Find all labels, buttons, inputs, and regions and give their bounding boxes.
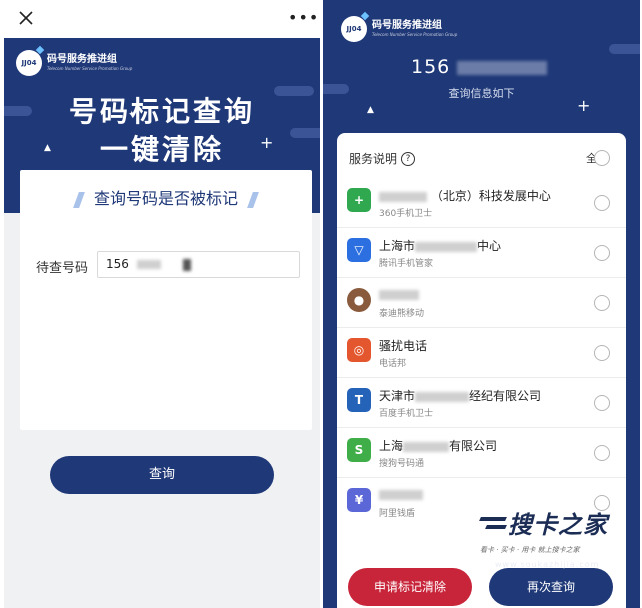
list-item[interactable]: + （北京）科技发展中心 360手机卫士 xyxy=(337,178,626,228)
logo-badge: JJ04 xyxy=(341,16,367,42)
mark-source: 上海市 中心 xyxy=(379,237,501,254)
mark-source-prefix: 天津市 xyxy=(379,389,416,403)
mark-source-prefix: 上海 xyxy=(379,439,404,453)
app-name: 阿里钱盾 xyxy=(379,509,416,519)
redacted-name xyxy=(379,289,419,300)
card-title: 查询号码是否被标记 xyxy=(93,189,238,208)
select-radio[interactable] xyxy=(594,195,610,211)
logo-name: 码号服务推进组 xyxy=(372,20,442,31)
watermark-brand: 搜卡之家 xyxy=(508,511,608,539)
logo: JJ04 码号服务推进组 Telecom Number Service Prom… xyxy=(341,16,457,42)
watermark-stripe xyxy=(479,517,507,521)
mark-source xyxy=(379,487,423,501)
decor-pill xyxy=(609,44,640,54)
app-name: 百度手机卫士 xyxy=(379,409,434,419)
watermark-stripe xyxy=(485,525,507,529)
redacted-name xyxy=(379,191,427,202)
more-icon[interactable]: ••• xyxy=(288,10,318,26)
sogou-haomatong-icon: S xyxy=(347,438,371,462)
redacted-name xyxy=(379,489,423,500)
mark-source: 天津市 经纪有限公司 xyxy=(379,387,541,404)
service-info[interactable]: 服务说明 ? xyxy=(349,150,416,167)
logo-name-en: Telecom Number Service Promotion Group xyxy=(47,66,133,71)
app-name: 360手机卫士 xyxy=(379,209,433,219)
apply-clear-button[interactable]: 申请标记清除 xyxy=(348,568,472,606)
mark-source-suffix: 中心 xyxy=(477,239,502,253)
logo-badge: JJ04 xyxy=(16,50,42,76)
list-item[interactable]: ▽ 上海市 中心 腾讯手机管家 xyxy=(337,228,626,278)
tencent-manager-icon: ▽ xyxy=(347,238,371,262)
watermark: 搜卡之家 看卡 · 买卡 · 用卡 就上搜卡之家 xyxy=(479,505,640,565)
mark-source-suffix: （北京）科技发展中心 xyxy=(430,189,551,203)
top-bar: ••• xyxy=(4,0,320,38)
mark-source: （北京）科技发展中心 xyxy=(379,187,551,204)
teddy-bear-icon: ● xyxy=(347,288,371,312)
number-input-value: 156 xyxy=(106,257,129,271)
ali-qiandun-icon: ¥ xyxy=(347,488,371,512)
app-name: 泰迪熊移动 xyxy=(379,309,425,319)
select-radio[interactable] xyxy=(594,345,610,361)
app-name: 搜狗号码通 xyxy=(379,459,425,469)
queried-number: 156 xyxy=(411,56,548,78)
mark-source: 上海 有限公司 xyxy=(379,437,497,454)
redacted-digits xyxy=(136,260,161,269)
queried-number-prefix: 156 xyxy=(411,56,451,78)
number-input[interactable]: 156 xyxy=(97,251,300,278)
number-label: 待查号码 xyxy=(36,261,89,276)
app-name: 电话邦 xyxy=(379,359,407,369)
left-screen: ••• JJ04 码号服务推进组 Telecom Number Service … xyxy=(4,0,320,608)
logo-name: 码号服务推进组 xyxy=(47,54,117,65)
sparkle-icon: ▲ xyxy=(367,105,374,115)
watermark-url: www.soukazhijia.com xyxy=(495,560,600,569)
close-icon[interactable] xyxy=(16,8,36,28)
select-radio[interactable] xyxy=(594,295,610,311)
result-subtitle: 查询信息如下 xyxy=(448,87,515,100)
title-line-1: 号码标记查询 xyxy=(68,95,255,128)
360-security-icon: + xyxy=(347,188,371,212)
mark-source-prefix: 上海市 xyxy=(379,239,416,253)
mark-source xyxy=(379,287,419,301)
query-button[interactable]: 查询 xyxy=(50,456,274,494)
mark-source-suffix: 经纪有限公司 xyxy=(469,389,542,403)
list-item[interactable]: S 上海 有限公司 搜狗号码通 xyxy=(337,428,626,478)
service-info-label: 服务说明 xyxy=(349,152,398,166)
select-radio[interactable] xyxy=(594,245,610,261)
app-name: 腾讯手机管家 xyxy=(379,259,434,269)
list-item[interactable]: T 天津市 经纪有限公司 百度手机卫士 xyxy=(337,378,626,428)
select-radio[interactable] xyxy=(594,395,610,411)
baidu-security-icon: T xyxy=(347,388,371,412)
redacted-name xyxy=(403,441,450,452)
decor-slash-icon xyxy=(73,191,85,208)
redacted-digits xyxy=(457,60,548,75)
mark-source: 骚扰电话 xyxy=(379,339,428,353)
dianhuabang-icon: ◎ xyxy=(347,338,371,362)
requery-button[interactable]: 再次查询 xyxy=(489,568,613,606)
mark-source-suffix: 有限公司 xyxy=(449,439,498,453)
query-card: 查询号码是否被标记 待查号码 156 xyxy=(20,170,312,430)
select-all-radio[interactable] xyxy=(594,150,610,166)
redacted-digits xyxy=(182,258,191,271)
logo: JJ04 码号服务推进组 Telecom Number Service Prom… xyxy=(16,50,132,76)
card-header: 查询号码是否被标记 xyxy=(20,185,312,209)
watermark-slogan: 看卡 · 买卡 · 用卡 就上搜卡之家 xyxy=(480,546,580,554)
redacted-name xyxy=(415,241,478,252)
logo-name-en: Telecom Number Service Promotion Group xyxy=(372,32,458,37)
list-item[interactable]: ◎ 骚扰电话 电话邦 xyxy=(337,328,626,378)
decor-slash-icon xyxy=(247,191,259,208)
list-item[interactable]: ● 泰迪熊移动 xyxy=(337,278,626,328)
title-line-2: 一键清除 xyxy=(99,133,224,166)
help-icon[interactable]: ? xyxy=(401,151,416,166)
redacted-name xyxy=(415,391,470,402)
select-radio[interactable] xyxy=(594,445,610,461)
